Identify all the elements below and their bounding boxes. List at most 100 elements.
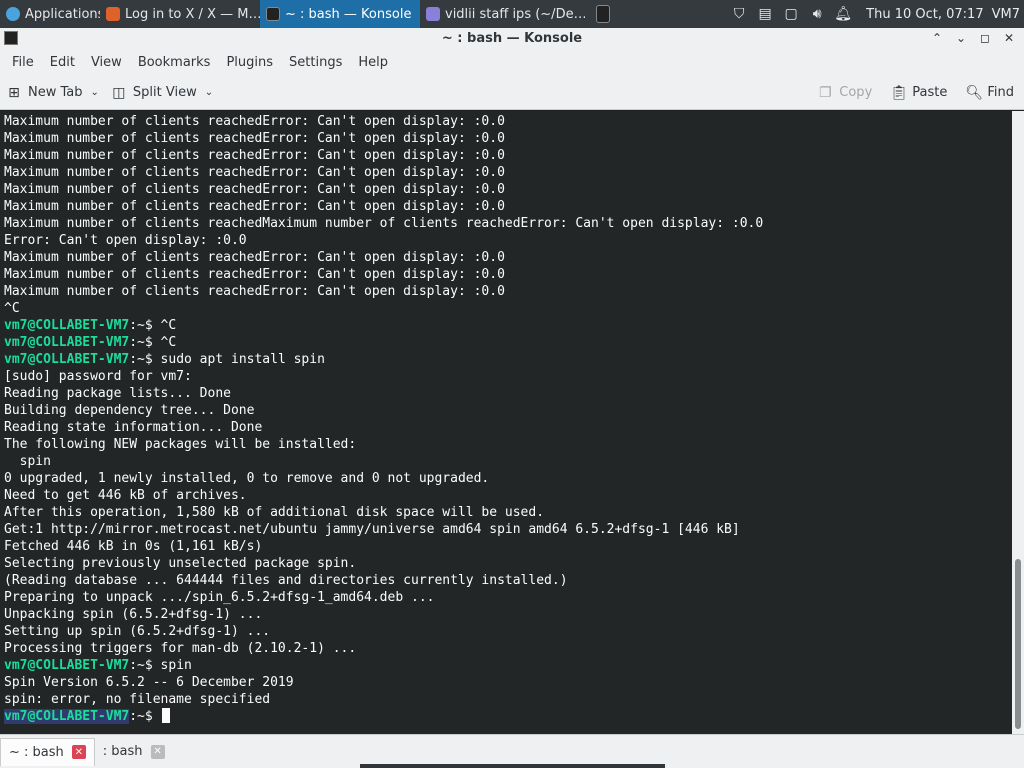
terminal-output-line: spin xyxy=(4,454,51,469)
close-tab-icon[interactable]: ✕ xyxy=(71,745,86,759)
shield-icon[interactable]: ⛉ xyxy=(730,5,748,23)
terminal-prompt-line: vm7@COLLABET-VM7:~$ spin xyxy=(4,657,1012,674)
split-view-label: Split View xyxy=(132,85,197,100)
prompt-path: :~$ xyxy=(129,658,161,673)
terminal-prompt-line: vm7@COLLABET-VM7:~$ ^C xyxy=(4,334,1012,351)
konsole-app-icon[interactable] xyxy=(4,31,18,45)
find-label: Find xyxy=(987,85,1014,100)
firefox-icon xyxy=(106,7,120,21)
menu-settings[interactable]: Settings xyxy=(281,55,350,70)
terminal-output-line: Processing triggers for man-db (2.10.2-1… xyxy=(4,641,357,656)
close-tab-icon[interactable]: ✕ xyxy=(150,744,165,759)
chevron-down-icon: ⌄ xyxy=(90,87,99,98)
split-view-button[interactable]: ◫ Split View ⌄ xyxy=(105,80,219,106)
system-tray: ⛉ ▤ ▢ 🔊︎ 🔔︎ Thu 10 Oct, 07:17 VM7 xyxy=(730,0,1024,28)
command-text: sudo apt install spin xyxy=(160,352,325,367)
terminal-output-line: Reading package lists... Done xyxy=(4,386,231,401)
tab-bash-2[interactable]: : bash ✕ xyxy=(95,738,173,766)
terminal-output-line: Maximum number of clients reachedError: … xyxy=(4,182,505,197)
menu-bar: File Edit View Bookmarks Plugins Setting… xyxy=(0,48,1024,76)
prompt-user-host: vm7@COLLABET-VM7 xyxy=(4,658,130,673)
chevron-down-icon: ⌄ xyxy=(204,87,214,98)
terminal-output-line: Maximum number of clients reachedError: … xyxy=(4,267,505,282)
split-view-icon: ◫ xyxy=(112,84,126,101)
task-firefox[interactable]: Log in to X / X — M… xyxy=(100,0,260,28)
task-label: vidlii staff ips (~/De… xyxy=(445,6,585,22)
clipboard-icon[interactable]: ▤ xyxy=(756,5,774,23)
menu-file[interactable]: File xyxy=(4,55,42,70)
keep-above-icon[interactable]: ⌃ xyxy=(928,29,946,47)
terminal-icon xyxy=(596,5,610,23)
terminal-output-line: Maximum number of clients reachedError: … xyxy=(4,199,505,214)
task-label: ~ : bash — Konsole xyxy=(285,6,412,22)
menu-bookmarks[interactable]: Bookmarks xyxy=(130,55,219,70)
terminal-prompt-line: vm7@COLLABET-VM7:~$ ^C xyxy=(4,317,1012,334)
terminal-output-line: Maximum number of clients reachedError: … xyxy=(4,250,505,265)
window-title: ~ : bash — Konsole xyxy=(441,30,583,46)
task-label: Log in to X / X — M… xyxy=(125,6,260,22)
tab-label: : bash xyxy=(102,744,143,759)
task-terminal-2[interactable] xyxy=(585,0,621,28)
task-label: Applications ⁝ xyxy=(25,6,100,22)
applications-icon xyxy=(6,7,20,21)
terminal-output-line: Preparing to unpack .../spin_6.5.2+dfsg-… xyxy=(4,590,435,605)
terminal-output-line: Need to get 446 kB of archives. xyxy=(4,488,247,503)
paste-button[interactable]: 📋︎ Paste xyxy=(884,80,953,106)
top-panel: Applications ⁝ Log in to X / X — M… ~ : … xyxy=(0,0,1024,28)
menu-view[interactable]: View xyxy=(83,55,130,70)
tab-bash-1[interactable]: ~ : bash ✕ xyxy=(0,737,95,766)
terminal-output-line: Get:1 http://mirror.metrocast.net/ubuntu… xyxy=(4,522,740,537)
window-titlebar[interactable]: ~ : bash — Konsole ⌃ ⌄ ◻ ✕ xyxy=(0,28,1024,48)
paste-label: Paste xyxy=(912,85,948,100)
terminal-output-line: Spin Version 6.5.2 -- 6 December 2019 xyxy=(4,675,294,690)
terminal-output-line: Fetched 446 kB in 0s (1,161 kB/s) xyxy=(4,539,263,554)
terminal-output-line: Maximum number of clients reachedError: … xyxy=(4,148,505,163)
task-konsole[interactable]: ~ : bash — Konsole xyxy=(260,0,420,28)
menu-edit[interactable]: Edit xyxy=(42,55,83,70)
menu-help[interactable]: Help xyxy=(350,55,396,70)
prompt-user-host: vm7@COLLABET-VM7 xyxy=(4,352,130,367)
scrollbar-thumb[interactable] xyxy=(1015,559,1021,729)
maximize-icon[interactable]: ◻ xyxy=(976,29,994,47)
user-menu[interactable]: VM7 xyxy=(992,7,1020,22)
new-tab-label: New Tab xyxy=(28,85,83,100)
prompt-path: :~$ xyxy=(129,352,161,367)
volume-icon[interactable]: 🔊︎ xyxy=(808,5,826,23)
close-icon[interactable]: ✕ xyxy=(1000,29,1018,47)
terminal-output-line: Setting up spin (6.5.2+dfsg-1) ... xyxy=(4,624,271,639)
notifications-icon[interactable]: 🔔︎ xyxy=(834,5,852,23)
prompt-path: :~$ xyxy=(129,318,161,333)
minimize-icon[interactable]: ⌄ xyxy=(952,29,970,47)
terminal-output-line: Maximum number of clients reachedError: … xyxy=(4,131,505,146)
prompt-user-host: vm7@COLLABET-VM7 xyxy=(4,318,130,333)
command-text: spin xyxy=(160,658,192,673)
prompt-path: :~$ xyxy=(129,709,161,724)
task-applications[interactable]: Applications ⁝ xyxy=(0,0,100,28)
terminal-output-line: Error: Can't open display: :0.0 xyxy=(4,233,247,248)
terminal-output-line: Reading state information... Done xyxy=(4,420,263,435)
terminal-output-line: spin: error, no filename specified xyxy=(4,692,271,707)
tab-label: ~ : bash xyxy=(9,744,64,760)
terminal-output-line: 0 upgraded, 1 newly installed, 0 to remo… xyxy=(4,471,490,486)
new-tab-icon: ⊞ xyxy=(8,84,20,101)
terminal-output-line: Maximum number of clients reachedError: … xyxy=(4,114,505,129)
clock[interactable]: Thu 10 Oct, 07:17 xyxy=(866,7,983,22)
network-icon[interactable]: ▢ xyxy=(782,5,800,23)
terminal-output-line: Maximum number of clients reachedError: … xyxy=(4,284,505,299)
command-text: ^C xyxy=(160,335,177,350)
prompt-user-host: vm7@COLLABET-VM7 xyxy=(4,335,130,350)
terminal-scrollbar[interactable] xyxy=(1012,111,1024,734)
menu-plugins[interactable]: Plugins xyxy=(218,55,281,70)
terminal-output-line: The following NEW packages will be insta… xyxy=(4,437,357,452)
new-tab-button[interactable]: ⊞ New Tab ⌄ xyxy=(0,80,105,106)
find-button[interactable]: 🔍︎ Find xyxy=(959,80,1020,106)
prompt-path: :~$ xyxy=(129,335,161,350)
terminal-output-line: Maximum number of clients reachedError: … xyxy=(4,165,505,180)
copy-button[interactable]: ❐ Copy xyxy=(811,80,878,106)
terminal-output-line: After this operation, 1,580 kB of additi… xyxy=(4,505,545,520)
terminal-output-line: Building dependency tree... Done xyxy=(4,403,255,418)
terminal-output-line: Unpacking spin (6.5.2+dfsg-1) ... xyxy=(4,607,263,622)
terminal-output[interactable]: Maximum number of clients reachedError: … xyxy=(0,111,1012,734)
task-text-editor[interactable]: vidlii staff ips (~/De… xyxy=(420,0,585,28)
tabbar-scroll-indicator xyxy=(360,764,665,768)
